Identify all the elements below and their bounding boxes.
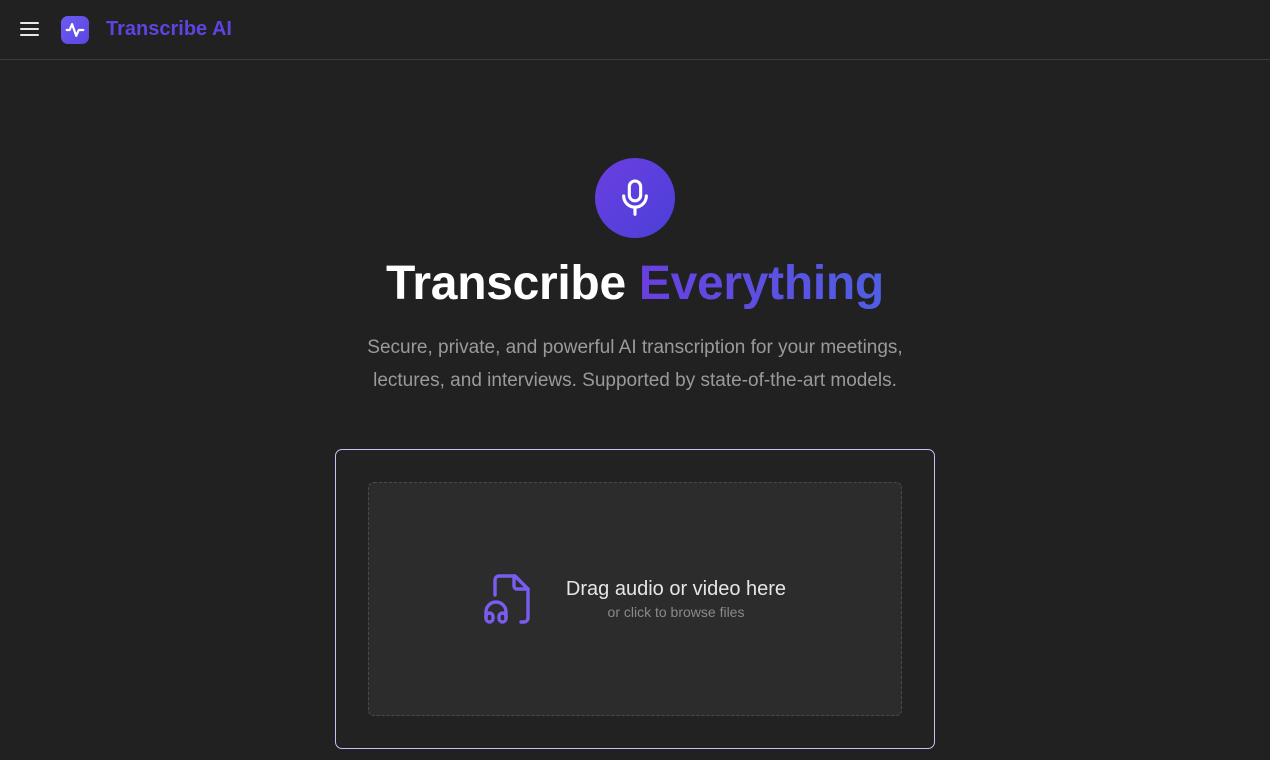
dropzone-title: Drag audio or video here (565, 578, 787, 600)
dropzone-subtitle: or click to browse files (607, 604, 745, 620)
hamburger-menu-icon[interactable] (20, 21, 40, 37)
waveform-pulse-icon[interactable] (61, 16, 89, 44)
page-subtitle: Secure, private, and powerful AI transcr… (367, 337, 903, 391)
file-dropzone[interactable]: Drag audio or video here or click to bro… (368, 482, 902, 716)
microphone-icon (595, 158, 675, 238)
top-bar: Transcribe AI (0, 0, 1270, 60)
upload-card: Drag audio or video here or click to bro… (335, 449, 935, 749)
page-title: Transcribe Everything (0, 256, 1270, 312)
title-part-accent: Everything (638, 257, 884, 310)
title-part-plain: Transcribe (386, 257, 639, 310)
brand-name[interactable]: Transcribe AI (106, 17, 232, 41)
